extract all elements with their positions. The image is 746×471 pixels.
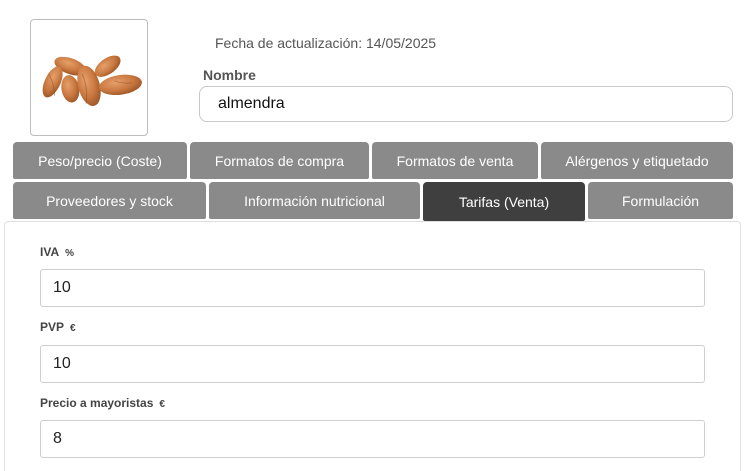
iva-label: IVA% xyxy=(40,245,74,259)
mayoristas-label-text: Precio a mayoristas xyxy=(40,396,154,410)
tab-proveedores-stock[interactable]: Proveedores y stock xyxy=(13,182,206,219)
tab-label: Proveedores y stock xyxy=(46,192,173,209)
mayoristas-label: Precio a mayoristas € xyxy=(40,396,165,410)
tab-alergenos-etiquetado[interactable]: Alérgenos y etiquetado xyxy=(541,142,733,179)
tab-peso-precio[interactable]: Peso/precio (Coste) xyxy=(13,142,187,179)
pvp-label-text: PVP xyxy=(40,320,65,334)
name-input[interactable] xyxy=(199,86,733,122)
mayoristas-unit: € xyxy=(159,399,165,410)
tab-label: Tarifas (Venta) xyxy=(458,193,550,210)
pvp-label: PVP € xyxy=(40,320,76,334)
name-label: Nombre xyxy=(203,67,256,83)
tab-label: Formulación xyxy=(621,192,700,209)
tab-label: Peso/precio (Coste) xyxy=(38,152,162,169)
tab-label: Alérgenos y etiquetado xyxy=(565,152,709,169)
tab-formatos-venta[interactable]: Formatos de venta xyxy=(372,142,538,179)
tab-formulacion[interactable]: Formulación xyxy=(588,182,733,219)
mayoristas-input[interactable] xyxy=(40,420,705,458)
updated-date: Fecha de actualización: 14/05/2025 xyxy=(215,35,437,51)
product-image[interactable] xyxy=(30,19,148,136)
tab-formatos-compra[interactable]: Formatos de compra xyxy=(190,142,369,179)
tab-label: Formatos de compra xyxy=(214,152,345,169)
tab-label: Formatos de venta xyxy=(396,152,514,169)
tab-tarifas-venta[interactable]: Tarifas (Venta) xyxy=(423,182,585,221)
iva-label-text: IVA xyxy=(40,245,60,259)
iva-input[interactable] xyxy=(40,269,705,307)
almond-image xyxy=(42,55,142,106)
tab-label: Información nutricional xyxy=(244,192,385,209)
iva-unit: % xyxy=(65,248,75,259)
pvp-unit: € xyxy=(70,323,76,334)
tab-informacion-nutricional[interactable]: Información nutricional xyxy=(209,182,420,219)
pvp-input[interactable] xyxy=(40,345,705,383)
